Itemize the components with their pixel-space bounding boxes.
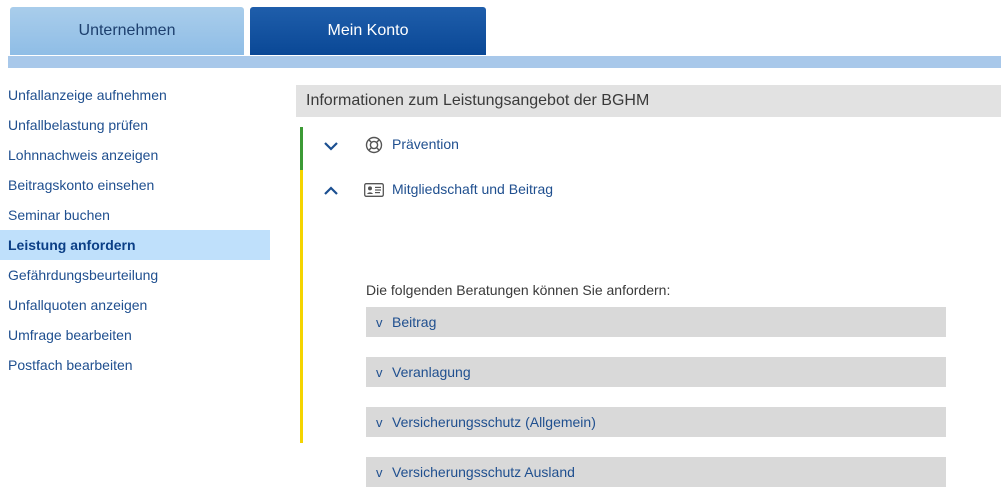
accordion-label-mitgliedschaft: Mitgliedschaft und Beitrag <box>392 181 554 197</box>
expand-caret-icon: v <box>376 365 383 380</box>
sidebar-item-beitragskonto[interactable]: Beitragskonto einsehen <box>0 170 270 200</box>
main-content: Informationen zum Leistungsangebot der B… <box>296 85 1001 487</box>
top-tabs: Unternehmen Mein Konto <box>0 0 1001 68</box>
accordion-label-praevention: Prävention <box>392 136 459 152</box>
sidebar-item-seminar[interactable]: Seminar buchen <box>0 200 270 230</box>
sidebar-item-gefaehrdungsbeurteilung[interactable]: Gefährdungsbeurteilung <box>0 260 270 290</box>
chevron-up-icon <box>324 184 338 198</box>
subitem-label: Beitrag <box>392 314 437 330</box>
tab-unternehmen[interactable]: Unternehmen <box>10 7 244 55</box>
subitem-label: Versicherungsschutz (Allgemein) <box>392 414 596 430</box>
sidebar-item-unfallbelastung[interactable]: Unfallbelastung prüfen <box>0 110 270 140</box>
status-bar-yellow <box>300 170 303 443</box>
expand-caret-icon: v <box>376 415 383 430</box>
chevron-down-icon <box>324 139 338 153</box>
subitem-label: Versicherungsschutz Ausland <box>392 464 575 480</box>
sidebar-item-unfallanzeige[interactable]: Unfallanzeige aufnehmen <box>0 80 270 110</box>
sidebar-item-leistung-anfordern[interactable]: Leistung anfordern <box>0 230 270 260</box>
subitem-versicherungsschutz-ausland[interactable]: v Versicherungsschutz Ausland <box>366 457 946 487</box>
accordion-item-mitgliedschaft[interactable]: Mitgliedschaft und Beitrag <box>300 174 900 206</box>
expand-caret-icon: v <box>376 465 383 480</box>
intro-text: Die folgenden Beratungen können Sie anfo… <box>366 282 671 298</box>
subitem-veranlagung[interactable]: v Veranlagung <box>366 357 946 387</box>
sidebar-item-unfallquoten[interactable]: Unfallquoten anzeigen <box>0 290 270 320</box>
tab-mein-konto[interactable]: Mein Konto <box>250 7 486 55</box>
sidebar-item-umfrage[interactable]: Umfrage bearbeiten <box>0 320 270 350</box>
page-title: Informationen zum Leistungsangebot der B… <box>296 85 1001 117</box>
sidebar-item-lohnnachweis[interactable]: Lohnnachweis anzeigen <box>0 140 270 170</box>
accordion-item-praevention[interactable]: Prävention <box>300 129 900 161</box>
tab-underline-bar <box>8 56 1001 68</box>
accordion: Prävention Mitgliedschaft und Beitrag Di… <box>300 127 1000 487</box>
subitem-beitrag[interactable]: v Beitrag <box>366 307 946 337</box>
subitem-label: Veranlagung <box>392 364 471 380</box>
expand-caret-icon: v <box>376 315 383 330</box>
subitem-versicherungsschutz-allgemein[interactable]: v Versicherungsschutz (Allgemein) <box>366 407 946 437</box>
lifebuoy-icon <box>364 135 384 155</box>
sidebar-item-postfach[interactable]: Postfach bearbeiten <box>0 350 270 380</box>
sidebar-nav: Unfallanzeige aufnehmen Unfallbelastung … <box>0 80 270 380</box>
id-card-icon <box>364 180 384 200</box>
